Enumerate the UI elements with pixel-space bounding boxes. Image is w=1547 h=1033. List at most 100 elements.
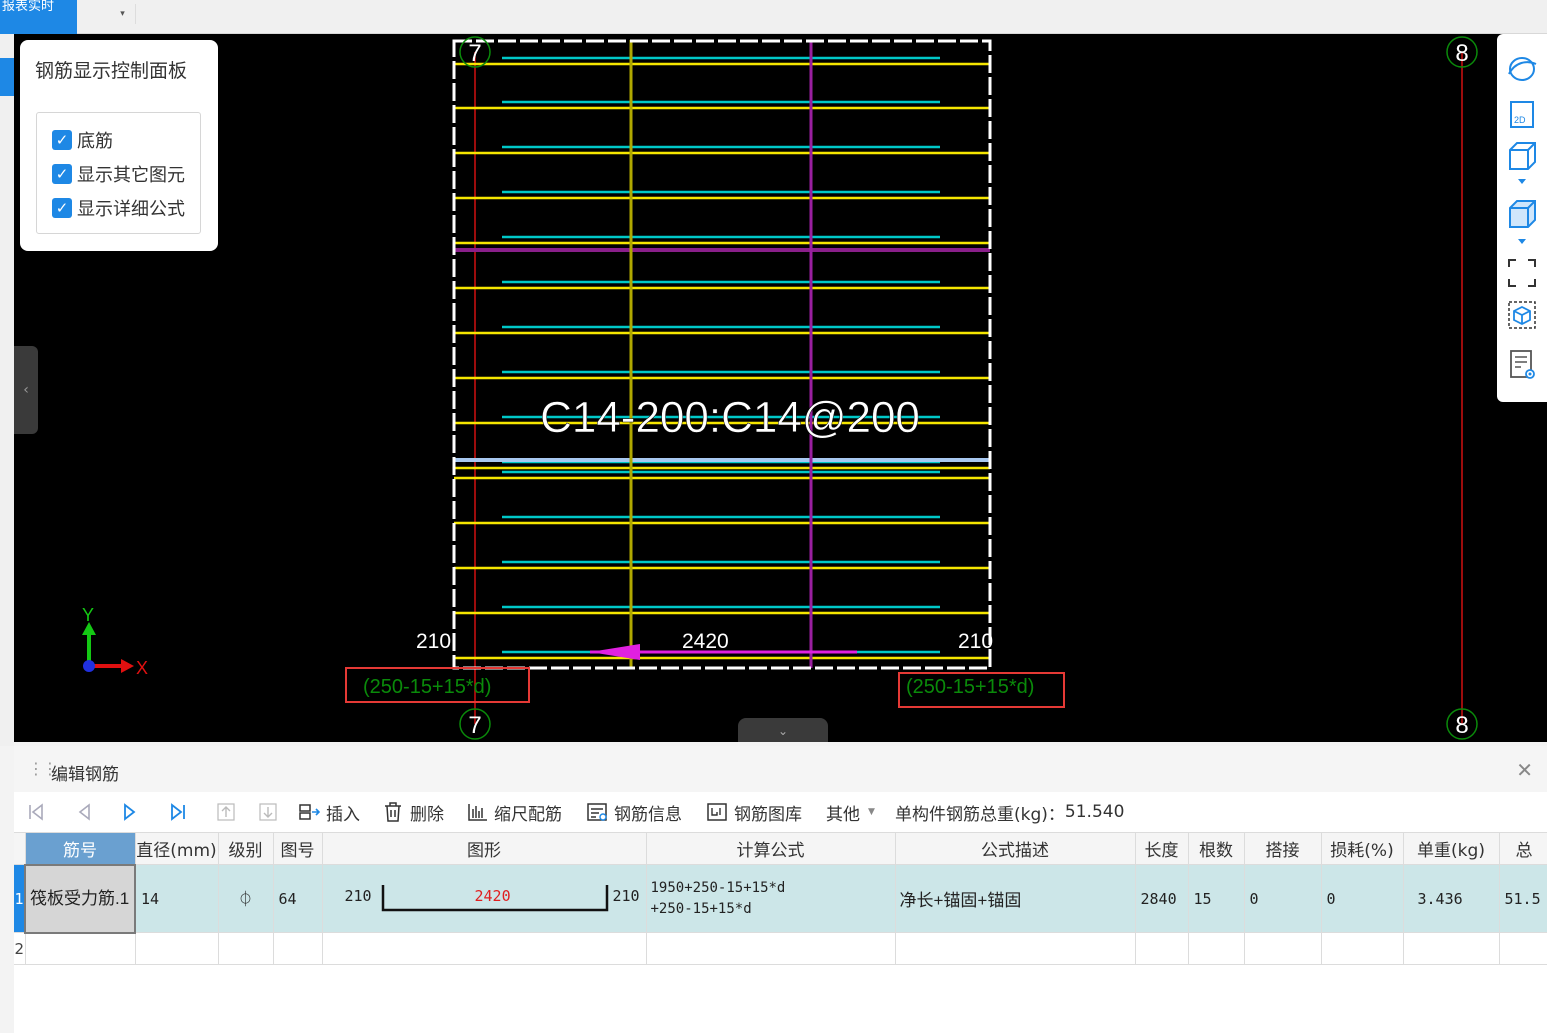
- table-row[interactable]: 2: [14, 932, 1547, 965]
- total-weight-label: 单构件钢筋总重(kg)：: [895, 804, 1065, 825]
- grid-label-8-top: 8: [1455, 40, 1468, 67]
- checkbox-checked-icon[interactable]: ✓: [52, 198, 72, 218]
- total-weight-cell[interactable]: [1499, 932, 1547, 965]
- editor-toolbar: 插入 删除 缩尺配筋 钢筋信息 钢筋图库 其他 ▼ 单构件钢筋总重(kg)： 5…: [14, 796, 1547, 828]
- diameter-cell[interactable]: 14: [135, 864, 219, 933]
- col-header[interactable]: 公式描述: [895, 832, 1136, 865]
- rebar-info-button[interactable]: 钢筋信息: [586, 800, 682, 825]
- horizontal-rebars: [454, 56, 990, 660]
- shape-no-cell[interactable]: 64: [273, 864, 323, 933]
- formula-cell[interactable]: [646, 932, 896, 965]
- close-icon[interactable]: ✕: [1516, 758, 1533, 782]
- col-header[interactable]: 搭接: [1244, 832, 1322, 865]
- loss-cell[interactable]: [1321, 932, 1404, 965]
- col-header[interactable]: 计算公式: [646, 832, 896, 865]
- shape-right-value[interactable]: 210: [613, 887, 640, 905]
- col-header[interactable]: 直径(mm): [135, 832, 219, 865]
- select-box-icon[interactable]: [1505, 298, 1539, 332]
- rebar-library-button[interactable]: 钢筋图库: [706, 800, 802, 825]
- rebar-canvas[interactable]: 7 7 8 8 C14-200:C14@200 210 2420 210 (25…: [14, 34, 1547, 742]
- description-cell[interactable]: [895, 932, 1136, 965]
- checkbox-checked-icon[interactable]: ✓: [52, 130, 72, 150]
- loss-cell[interactable]: 0: [1321, 864, 1404, 933]
- rebar-name-cell[interactable]: [25, 932, 136, 965]
- scale-rebar-button[interactable]: 缩尺配筋: [466, 800, 562, 825]
- option-bottom-rebar[interactable]: ✓ 底筋: [52, 129, 113, 152]
- table-row[interactable]: 1 筏板受力筋.1 14 ⏀ 64 210 2420 210 1950+250-…: [14, 863, 1547, 934]
- shape-cell[interactable]: 210 2420 210: [322, 864, 647, 933]
- orbit-icon[interactable]: [1505, 52, 1539, 86]
- unit-weight-cell[interactable]: [1403, 932, 1500, 965]
- col-header[interactable]: 图号: [273, 832, 323, 865]
- shape-mid-value[interactable]: 2420: [475, 887, 511, 905]
- shape-no-cell[interactable]: [273, 932, 323, 965]
- view-2d-icon[interactable]: 2D: [1505, 98, 1539, 132]
- next-record-icon[interactable]: [120, 802, 140, 822]
- view-3d-solid-icon[interactable]: [1505, 196, 1539, 230]
- length-cell[interactable]: [1135, 932, 1189, 965]
- report-realtime-tab[interactable]: 报表实时: [0, 0, 77, 34]
- previous-record-icon[interactable]: [74, 802, 94, 822]
- row-number[interactable]: 1: [14, 864, 26, 933]
- row-number[interactable]: 2: [14, 932, 26, 965]
- option-label: 底筋: [77, 131, 113, 152]
- first-record-icon[interactable]: [26, 802, 46, 822]
- grid-label-7-top: 7: [468, 40, 481, 67]
- insert-label: 插入: [326, 804, 360, 825]
- drawing-viewport[interactable]: 7 7 8 8 C14-200:C14@200 210 2420 210 (25…: [14, 34, 1547, 742]
- length-cell[interactable]: 2840: [1135, 864, 1189, 933]
- grade-cell[interactable]: ⏀: [218, 864, 274, 933]
- fullscreen-icon[interactable]: [1505, 256, 1539, 290]
- chevron-down-icon[interactable]: ▾: [110, 4, 136, 24]
- view-toolbar: 2D: [1497, 34, 1547, 402]
- rebar-library-label: 钢筋图库: [734, 804, 802, 825]
- move-up-icon[interactable]: [216, 802, 236, 822]
- collapse-bottom-handle[interactable]: ⌄: [738, 718, 828, 742]
- other-menu-button[interactable]: 其他 ▼: [826, 800, 875, 825]
- checkbox-checked-icon[interactable]: ✓: [52, 164, 72, 184]
- count-cell[interactable]: 15: [1188, 864, 1245, 933]
- option-show-other-elements[interactable]: ✓ 显示其它图元: [52, 163, 185, 186]
- shape-cell[interactable]: [322, 932, 647, 965]
- shape-left-value[interactable]: 210: [345, 887, 372, 905]
- col-header[interactable]: 筋号: [25, 832, 136, 865]
- lap-cell[interactable]: [1244, 932, 1322, 965]
- delete-button[interactable]: 删除: [382, 800, 444, 825]
- report-view-icon[interactable]: [1505, 348, 1539, 382]
- view-3d-box-icon[interactable]: [1505, 138, 1539, 172]
- col-header[interactable]: 图形: [322, 832, 647, 865]
- grid-label-8-bottom: 8: [1455, 712, 1468, 739]
- col-header[interactable]: 单重(kg): [1403, 832, 1500, 865]
- col-header[interactable]: 损耗(%): [1321, 832, 1404, 865]
- lap-cell[interactable]: 0: [1244, 864, 1322, 933]
- grade-cell[interactable]: [218, 932, 274, 965]
- last-record-icon[interactable]: [168, 802, 188, 822]
- option-label: 显示其它图元: [77, 165, 185, 186]
- insert-button[interactable]: 插入: [298, 800, 360, 825]
- unit-weight-cell[interactable]: 3.436: [1403, 864, 1500, 933]
- option-show-detail-formula[interactable]: ✓ 显示详细公式: [52, 197, 185, 220]
- chevron-down-icon[interactable]: [1505, 234, 1539, 250]
- control-panel-title: 钢筋显示控制面板: [35, 60, 188, 82]
- edit-rebar-panel: ⋮⋮ 编辑钢筋 ✕ 插入 删除 缩尺配筋 钢筋信息 钢筋图库 其他 ▼ 单构件钢…: [14, 746, 1547, 1033]
- formula-cell[interactable]: 1950+250-15+15*d +250-15+15*d: [646, 864, 896, 933]
- total-weight-cell[interactable]: 51.5: [1499, 864, 1547, 933]
- col-header[interactable]: 级别: [218, 832, 274, 865]
- rebar-name-cell[interactable]: 筏板受力筋.1: [24, 863, 136, 934]
- move-down-icon[interactable]: [258, 802, 278, 822]
- dim-left: 210: [416, 630, 451, 653]
- grid-label-7-bottom: 7: [468, 712, 481, 739]
- left-active-tab[interactable]: [0, 58, 14, 96]
- scale-bars-icon: [468, 804, 487, 821]
- col-header[interactable]: 根数: [1188, 832, 1245, 865]
- description-cell[interactable]: 净长+锚固+锚固: [895, 864, 1136, 933]
- chevron-down-icon[interactable]: [1505, 174, 1539, 190]
- collapse-left-handle[interactable]: ‹: [14, 346, 38, 434]
- dim-middle: 2420: [682, 630, 729, 653]
- diameter-cell[interactable]: [135, 932, 219, 965]
- delete-label: 删除: [410, 804, 444, 825]
- col-header[interactable]: 长度: [1135, 832, 1189, 865]
- formula-label-left: (250-15+15*d): [363, 676, 491, 698]
- col-header[interactable]: 总: [1499, 832, 1547, 865]
- count-cell[interactable]: [1188, 932, 1245, 965]
